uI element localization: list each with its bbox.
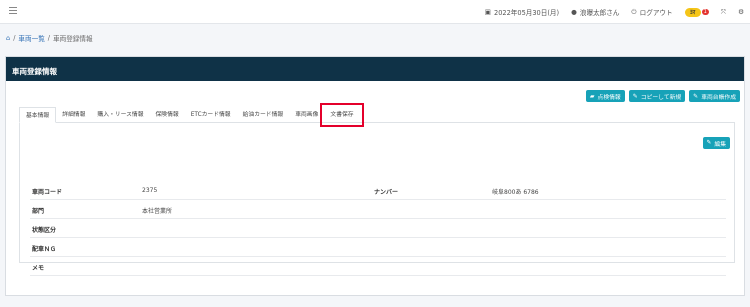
tab-purchase-lease[interactable]: 購入・リース情報 xyxy=(91,107,149,123)
settings-icon[interactable]: ⚙ xyxy=(738,8,744,16)
notification-badge[interactable]: ﾖﾏ 1 xyxy=(684,7,709,17)
tab-fuel-card[interactable]: 給油カード情報 xyxy=(237,107,290,123)
date-text: 2022年05月30日(月) xyxy=(494,9,560,17)
detail-row: 部門 本社営業所 xyxy=(30,200,726,219)
tab-document-storage[interactable]: 文書保存 xyxy=(320,103,364,127)
vehicle-info-panel: 車両登録情報 ▰ 点検情報 ✎ コピーして新規 ✎ 車両台帳作成 基本情報 詳細… xyxy=(5,56,745,296)
detail-table: 車両コード 2375 ナンバー 岐阜800あ 6786 部門 本社営業所 状態区… xyxy=(30,181,726,276)
detail-row: メモ xyxy=(30,257,726,276)
inspection-info-button[interactable]: ▰ 点検情報 xyxy=(585,90,625,102)
date-display: ▣ 2022年05月30日(月) xyxy=(485,7,559,17)
field-label: 配車ＮＧ xyxy=(32,246,57,253)
field-label: 状態区分 xyxy=(32,227,57,234)
truck-icon: ▰ xyxy=(589,92,595,100)
edit-button[interactable]: ✎ 編集 xyxy=(702,137,730,149)
tab-basic-info[interactable]: 基本情報 xyxy=(19,107,57,123)
user-display: ● 浪曝太郎さん xyxy=(571,7,619,17)
detail-row: 状態区分 xyxy=(30,219,726,238)
breadcrumb-current: 車両登録情報 xyxy=(53,35,93,43)
ledger-create-button[interactable]: ✎ 車両台帳作成 xyxy=(689,90,740,102)
tab-bar: 基本情報 詳細情報 購入・リース情報 保険情報 ETCカード情報 給油カード情報… xyxy=(19,103,735,127)
power-icon: ⏻ xyxy=(631,7,637,16)
menu-toggle-icon[interactable] xyxy=(9,5,17,17)
user-icon: ● xyxy=(571,8,577,16)
field-label: メモ xyxy=(32,265,45,272)
field-value: 2375 xyxy=(142,187,158,194)
copy-new-button[interactable]: ✎ コピーして新規 xyxy=(628,90,686,102)
badge-count: 1 xyxy=(701,9,709,15)
calendar-icon: ▣ xyxy=(484,8,491,16)
breadcrumb-vehicle-list[interactable]: 車両一覧 xyxy=(18,33,44,43)
top-right-area: ▣ 2022年05月30日(月) ● 浪曝太郎さん ⏻ ログアウト ﾖﾏ 1 ⤧… xyxy=(485,6,744,18)
edit-icon: ✎ xyxy=(632,92,638,100)
top-navbar: ▣ 2022年05月30日(月) ● 浪曝太郎さん ⏻ ログアウト ﾖﾏ 1 ⤧… xyxy=(0,0,750,24)
tab-insurance[interactable]: 保険情報 xyxy=(150,107,185,123)
edit-icon: ✎ xyxy=(706,140,712,146)
tab-detail-info[interactable]: 詳細情報 xyxy=(56,107,91,123)
logout-text: ログアウト xyxy=(639,9,673,17)
field-label: ナンバー xyxy=(374,189,399,196)
logout-link[interactable]: ⏻ ログアウト xyxy=(631,7,673,18)
breadcrumb: ⌂ / 車両一覧 / 車両登録情報 xyxy=(6,33,93,43)
user-name: 浪曝太郎さん xyxy=(579,9,620,17)
fullscreen-icon[interactable]: ⤧ xyxy=(721,8,726,17)
edit-icon: ✎ xyxy=(693,92,699,100)
tab-vehicle-image[interactable]: 車両画像 xyxy=(289,107,324,123)
field-label: 車両コード xyxy=(32,189,63,196)
field-value: 本社営業所 xyxy=(142,208,173,215)
home-icon[interactable]: ⌂ xyxy=(6,34,10,42)
badge-label: ﾖﾏ xyxy=(684,7,701,17)
field-label: 部門 xyxy=(32,208,45,215)
panel-title: 車両登録情報 xyxy=(6,57,744,81)
tab-etc-card[interactable]: ETCカード情報 xyxy=(185,107,237,123)
field-value: 岐阜800あ 6786 xyxy=(492,189,539,196)
detail-row: 車両コード 2375 ナンバー 岐阜800あ 6786 xyxy=(30,181,726,200)
panel-actions: ▰ 点検情報 ✎ コピーして新規 ✎ 車両台帳作成 xyxy=(585,90,740,102)
detail-row: 配車ＮＧ xyxy=(30,238,726,257)
tab-content: ✎ 編集 車両コード 2375 ナンバー 岐阜800あ 6786 部門 本社営業… xyxy=(19,123,735,276)
